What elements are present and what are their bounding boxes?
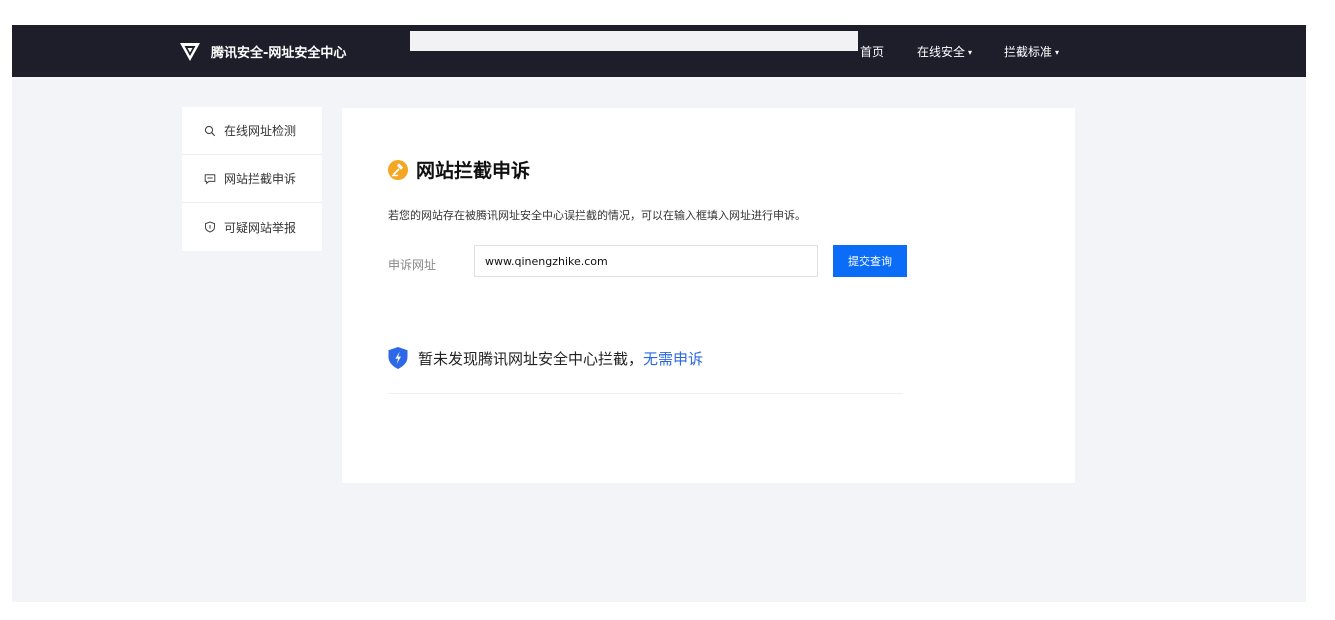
divider (388, 393, 903, 394)
page-title: 网站拦截申诉 (388, 156, 530, 183)
no-appeal-needed-link[interactable]: 无需申诉 (643, 348, 703, 369)
nav-online-security[interactable]: 在线安全 ▾ (917, 43, 972, 60)
url-field-label: 申诉网址 (388, 258, 437, 272)
page-description: 若您的网站存在被腾讯网址安全中心误拦截的情况，可以在输入框填入网址进行申诉。 (388, 209, 806, 222)
nav-online-security-label: 在线安全 (917, 45, 966, 59)
nav-home[interactable]: 首页 (860, 43, 884, 60)
sidebar-item-suspicious-report[interactable]: 可疑网站举报 (182, 203, 322, 251)
shield-icon (205, 221, 215, 233)
appeal-url-input[interactable] (474, 245, 818, 277)
chat-icon (204, 173, 216, 185)
sidebar-item-label: 可疑网站举报 (224, 220, 297, 235)
tencent-security-logo-icon (180, 43, 200, 61)
sidebar-item-url-check[interactable]: 在线网址检测 (182, 107, 322, 155)
search-icon (204, 125, 216, 136)
nav-block-standards-label: 拦截标准 (1004, 45, 1053, 59)
nav-home-label: 首页 (860, 45, 885, 59)
result-message: 暂未发现腾讯网址安全中心拦截， 无需申诉 (388, 347, 703, 369)
shield-icon (388, 347, 408, 369)
page-frame: 腾讯安全-网址安全中心 首页 在线安全 ▾ 拦截标准 ▾ 在线网址检测 网站拦截申诉 (12, 25, 1306, 602)
submit-query-button[interactable]: 提交查询 (833, 245, 907, 277)
sidebar-item-block-appeal[interactable]: 网站拦截申诉 (182, 155, 322, 203)
result-text: 暂未发现腾讯网址安全中心拦截， (418, 349, 644, 368)
sidebar-item-label: 网站拦截申诉 (224, 172, 297, 186)
chevron-down-icon: ▾ (1055, 48, 1060, 57)
brand-name: 腾讯安全-网址安全中心 (211, 45, 347, 61)
brand[interactable]: 腾讯安全-网址安全中心 (178, 37, 346, 65)
top-navigation-bar: 腾讯安全-网址安全中心 首页 在线安全 ▾ 拦截标准 ▾ (12, 25, 1306, 77)
sidebar-item-label: 在线网址检测 (224, 124, 297, 138)
gavel-icon (388, 159, 408, 180)
redacted-area (410, 31, 858, 51)
main-panel: 网站拦截申诉 若您的网站存在被腾讯网址安全中心误拦截的情况，可以在输入框填入网址… (342, 108, 1075, 483)
chevron-down-icon: ▾ (968, 48, 973, 57)
sidebar: 在线网址检测 网站拦截申诉 可疑网站举报 (182, 107, 322, 251)
page-title-text: 网站拦截申诉 (416, 160, 531, 182)
nav-block-standards[interactable]: 拦截标准 ▾ (1004, 43, 1059, 60)
